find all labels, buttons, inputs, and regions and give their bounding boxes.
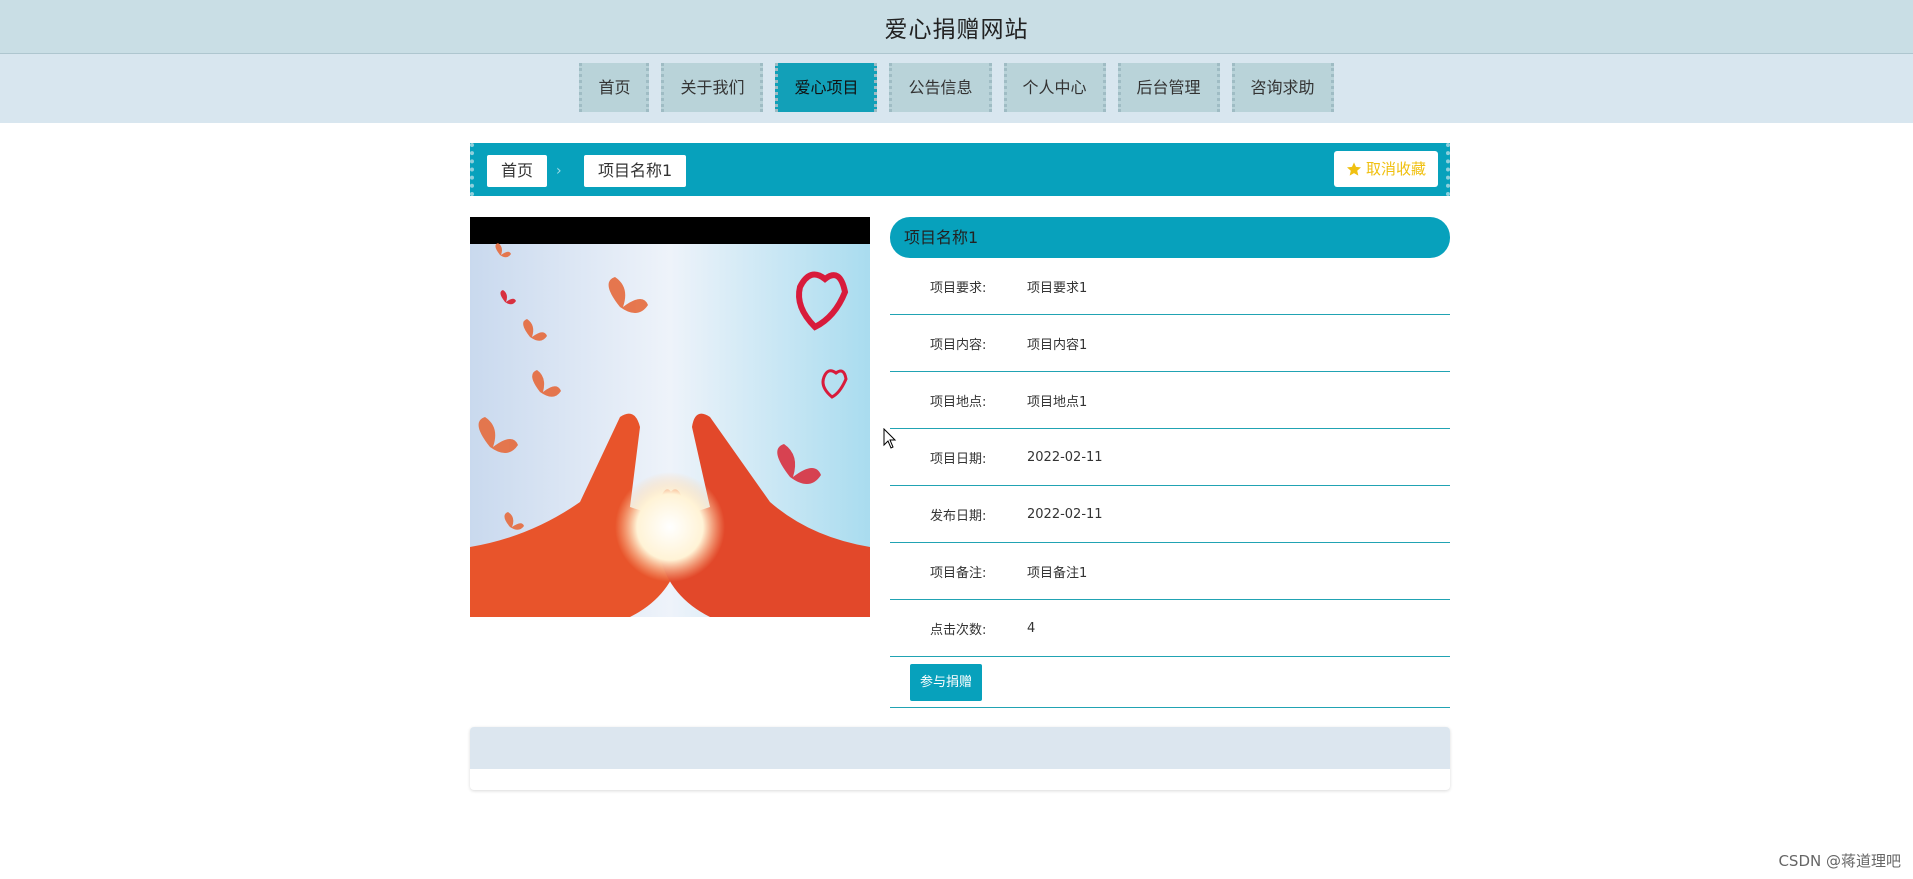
field-row-publish-date: 发布日期: 2022-02-11 [890,486,1450,543]
field-label: 点击次数: [930,622,987,638]
field-row-remarks: 项目备注: 项目备注1 [890,543,1450,600]
unfavorite-button[interactable]: 取消收藏 [1333,151,1438,187]
nav-item-home[interactable]: 首页 [579,63,650,112]
project-detail: 项目名称1 项目要求: 项目要求1 项目内容: 项目内容1 项目地点: 项目地点… [890,217,1450,708]
field-label: 项目内容: [930,337,987,353]
bottom-panel-header [470,727,1450,769]
field-row-clicks: 点击次数: 4 [890,600,1450,657]
main-nav: 首页 关于我们 爱心项目 公告信息 个人中心 后台管理 咨询求助 [0,63,1913,112]
nav-item-help[interactable]: 咨询求助 [1231,63,1334,112]
project-title: 项目名称1 [890,217,1450,258]
donate-button[interactable]: 参与捐赠 [910,663,983,701]
nav-item-personal-center[interactable]: 个人中心 [1003,63,1106,112]
field-value: 项目要求1 [1027,280,1088,296]
nav-item-announcements[interactable]: 公告信息 [889,63,992,112]
project-image [470,217,870,617]
star-icon [1346,162,1361,176]
field-label: 项目日期: [930,451,987,467]
field-label: 项目备注: [930,565,987,581]
breadcrumb-separator: › [556,163,562,179]
unfavorite-label: 取消收藏 [1365,160,1426,178]
project-image-art [470,217,870,617]
nav-item-admin[interactable]: 后台管理 [1117,63,1220,112]
breadcrumb-home[interactable]: 首页 [487,155,548,187]
field-row-requirements: 项目要求: 项目要求1 [890,258,1450,315]
breadcrumb-current: 项目名称1 [584,155,687,187]
bottom-panel [470,727,1450,790]
field-row-project-date: 项目日期: 2022-02-11 [890,429,1450,486]
field-value: 项目内容1 [1027,337,1088,353]
nav-item-about[interactable]: 关于我们 [661,63,764,112]
site-header: 爱心捐赠网站 [0,0,1913,54]
field-value: 项目地点1 [1027,394,1088,410]
field-label: 项目地点: [930,394,987,410]
field-value: 4 [1027,620,1036,636]
field-row-content: 项目内容: 项目内容1 [890,315,1450,372]
field-label: 发布日期: [930,508,987,524]
field-value: 项目备注1 [1027,565,1088,581]
donate-row: 参与捐赠 [890,657,1450,708]
nav-item-projects[interactable]: 爱心项目 [775,63,878,112]
field-value: 2022-02-11 [1027,506,1103,522]
field-row-location: 项目地点: 项目地点1 [890,372,1450,429]
site-title: 爱心捐赠网站 [884,16,1029,43]
watermark: CSDN @蒋道理吧 [1778,852,1901,870]
breadcrumb: 首页 › 项目名称1 取消收藏 [470,143,1450,196]
field-label: 项目要求: [930,280,987,296]
field-value: 2022-02-11 [1027,449,1103,465]
